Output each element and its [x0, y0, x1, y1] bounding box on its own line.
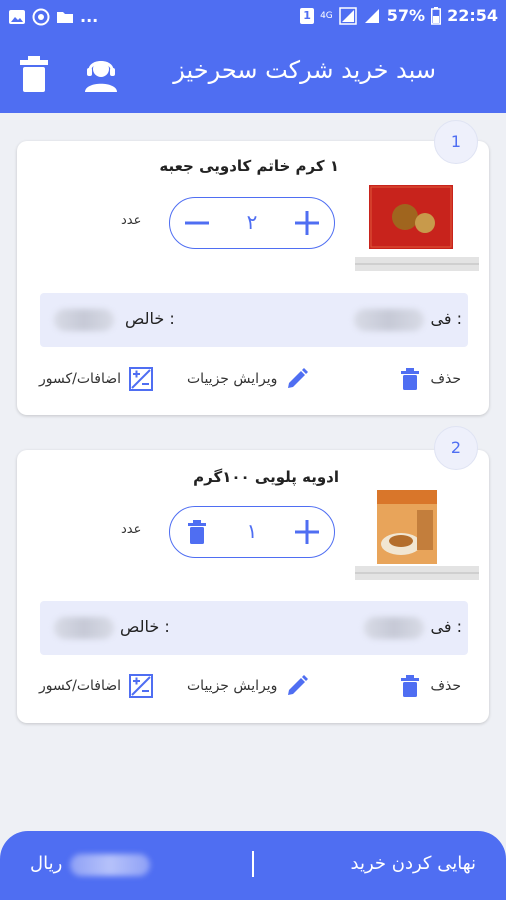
product-image	[355, 179, 479, 271]
net-price-label: خالص :	[120, 617, 170, 636]
trash-icon	[401, 368, 420, 390]
plus-icon[interactable]	[292, 208, 322, 238]
battery-icon	[431, 6, 442, 25]
divider	[252, 851, 254, 877]
delete-item-button[interactable]: حذف	[398, 674, 461, 698]
delete-label: حذف	[430, 371, 461, 387]
unit-price-label: فی :	[430, 617, 462, 636]
sim-badge: 1	[300, 7, 315, 24]
net-price-label: خالص :	[125, 309, 175, 328]
price-row: فی : خالص :	[40, 293, 468, 347]
pencil-icon	[288, 675, 309, 695]
cart-item-card: ادویه پلویی ۱۰۰گرم ۱ عدد فی : خالص : حذف…	[17, 450, 489, 723]
quantity-stepper[interactable]: ۱	[169, 506, 335, 558]
extras-label: اضافات/کسور	[39, 371, 122, 387]
edit-details-button[interactable]: ویرایش جزییات	[187, 367, 309, 391]
edit-label: ویرایش جزییات	[187, 678, 278, 694]
net-price-value	[54, 617, 114, 639]
support-agent-icon[interactable]	[82, 56, 120, 92]
unit-price-value	[364, 617, 424, 639]
unit-price-label: فی :	[430, 309, 462, 328]
unit-price-value	[354, 309, 424, 331]
unit-label: عدد	[121, 522, 142, 537]
quantity-stepper[interactable]: ۲	[169, 197, 335, 249]
extras-deductions-button[interactable]: اضافات/کسور	[39, 367, 154, 391]
product-image	[355, 488, 479, 580]
item-actions: حذف ویرایش جزییات اضافات/کسور	[17, 367, 489, 403]
plus-minus-icon	[129, 674, 154, 698]
plus-icon[interactable]	[292, 517, 322, 547]
battery-percent: 57%	[386, 6, 426, 25]
product-title: ادویه پلویی ۱۰۰گرم	[193, 468, 339, 486]
delete-label: حذف	[430, 678, 461, 694]
product-title: ۱ کرم خاتم کادویی جعبه	[159, 157, 339, 175]
trash-icon[interactable]	[18, 54, 50, 94]
trash-icon[interactable]	[182, 517, 212, 547]
item-index-badge: 2	[434, 426, 478, 470]
finalize-purchase-button[interactable]: نهایی کردن خرید	[351, 853, 477, 874]
clock-time: 22:54	[447, 6, 498, 25]
currency-label: ریال	[30, 853, 63, 874]
plus-minus-icon	[129, 367, 154, 391]
extras-label: اضافات/کسور	[39, 678, 122, 694]
pencil-icon	[288, 368, 309, 388]
unit-label: عدد	[121, 213, 142, 228]
clock-icon	[32, 8, 50, 25]
net-price-value	[54, 309, 114, 331]
trash-icon	[401, 675, 420, 697]
page-title: سبد خرید شرکت سحرخیز	[173, 56, 436, 84]
more-notifications: ...	[80, 7, 99, 26]
image-icon	[9, 9, 25, 24]
folder-icon	[57, 11, 73, 23]
cart-item-card: ۱ کرم خاتم کادویی جعبه ۲ عدد فی : خالص :…	[17, 141, 489, 415]
edit-details-button[interactable]: ویرایش جزییات	[187, 674, 309, 698]
item-actions: حذف ویرایش جزییات اضافات/کسور	[17, 674, 489, 710]
app-bar: سبد خرید شرکت سحرخیز	[0, 34, 506, 113]
price-row: فی : خالص :	[40, 601, 468, 655]
checkout-bar: نهایی کردن خرید ریال	[0, 831, 506, 900]
item-index-badge: 1	[434, 120, 478, 164]
minus-icon[interactable]	[182, 208, 212, 238]
quantity-value: ۲	[246, 210, 258, 234]
edit-label: ویرایش جزییات	[187, 371, 278, 387]
signal-bars-icon	[364, 8, 379, 23]
total-amount	[70, 854, 150, 876]
network-type: 4G	[320, 10, 333, 21]
extras-deductions-button[interactable]: اضافات/کسور	[39, 674, 154, 698]
status-bar: ... 1 4G 57% 22:54	[0, 0, 506, 34]
delete-item-button[interactable]: حذف	[398, 367, 461, 391]
signal-icon	[339, 6, 357, 25]
quantity-value: ۱	[246, 519, 258, 543]
